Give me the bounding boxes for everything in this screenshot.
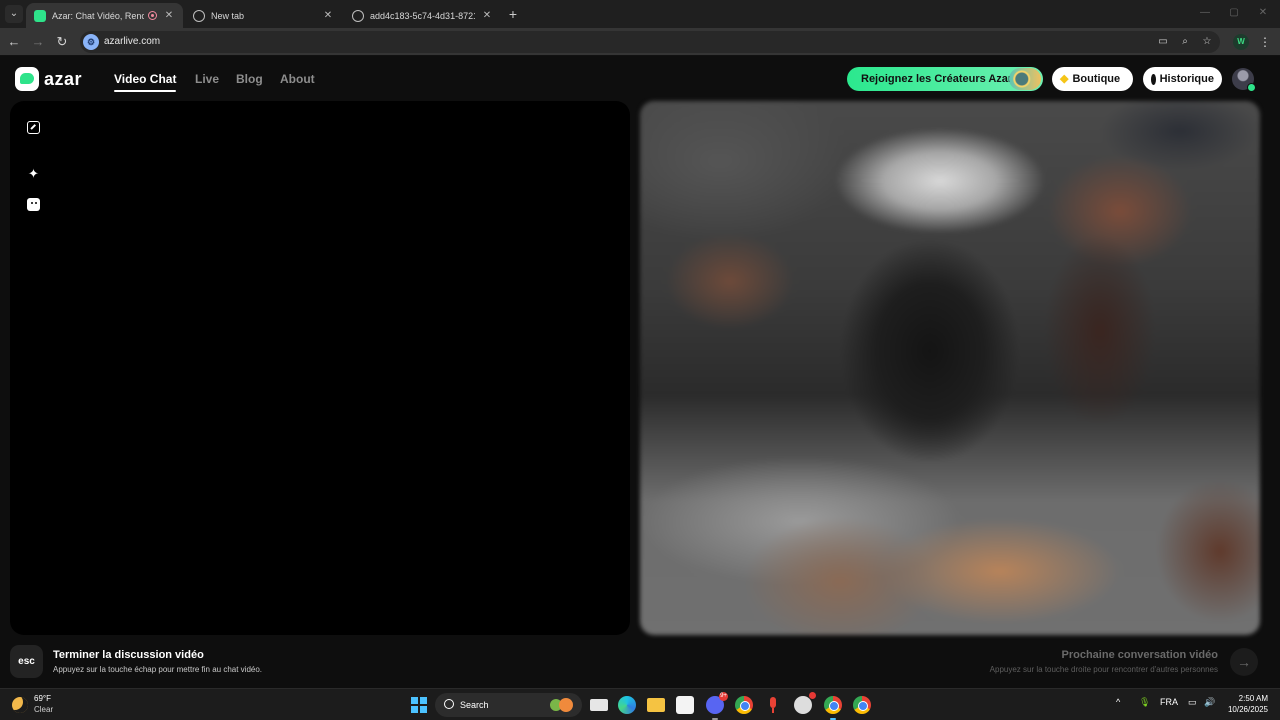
microphone-in-use-icon[interactable]: 🎙 — [1139, 697, 1150, 708]
nav-video-chat[interactable]: Video Chat — [114, 72, 177, 92]
browser-profile-avatar[interactable]: W — [1233, 34, 1249, 50]
network-icon[interactable]: ▭ — [1188, 697, 1197, 708]
minimize-video-icon[interactable] — [27, 121, 40, 134]
weather-condition[interactable]: Clear — [34, 705, 53, 714]
reload-icon[interactable]: ↻ — [54, 34, 70, 50]
windows-start-icon[interactable] — [411, 697, 427, 713]
tab-title: add4c183-5c74-4d31-8721-f2 — [370, 10, 475, 21]
volume-icon[interactable]: 🔊 — [1204, 697, 1215, 708]
edge-icon[interactable] — [618, 696, 636, 714]
creators-illustration-icon — [1009, 68, 1041, 90]
tab-title: New tab — [211, 10, 245, 21]
clock-date[interactable]: 10/26/2025 — [1228, 705, 1268, 714]
close-tab-icon[interactable]: ✕ — [481, 10, 493, 21]
forward-arrow-icon[interactable]: → — [30, 34, 46, 50]
nav-blog[interactable]: Blog — [236, 72, 263, 86]
language-indicator[interactable]: FRA — [1160, 697, 1178, 707]
recorder-mic-icon[interactable] — [764, 696, 782, 714]
show-hidden-icons-icon[interactable]: ^ — [1116, 697, 1120, 707]
effects-sparkle-icon[interactable]: ✦ — [27, 167, 40, 180]
globe-icon — [352, 9, 364, 22]
next-chat-arrow-icon[interactable]: → — [1230, 648, 1258, 676]
chrome-icon[interactable] — [735, 696, 753, 714]
url-text[interactable]: azarlive.com — [104, 36, 160, 47]
search-highlight-icon — [550, 697, 576, 713]
tab-new-tab[interactable]: New tab ✕ — [185, 3, 342, 28]
browser-toolbar: ← → ↻ ⚙ azarlive.com ▭ ⌕ ☆ — [0, 28, 1280, 56]
azar-logo-icon — [15, 67, 39, 91]
chrome-profile-icon[interactable] — [824, 696, 842, 720]
new-tab-button[interactable]: + — [505, 6, 521, 22]
tab-title: Azar: Chat Vidéo, Rencontr — [52, 10, 144, 21]
discord-icon[interactable]: 9+ — [706, 692, 728, 720]
search-label: Search — [460, 700, 489, 710]
end-chat-title: Terminer la discussion vidéo — [53, 649, 204, 661]
local-video-panel: ✦ — [10, 101, 630, 635]
boutique-button[interactable]: ◆ Boutique — [1052, 67, 1133, 91]
user-avatar[interactable] — [1232, 68, 1256, 92]
site-info-icon[interactable]: ⚙ — [83, 34, 99, 50]
address-bar[interactable]: ⚙ azarlive.com ▭ ⌕ ☆ — [80, 31, 1220, 53]
face-filter-icon[interactable] — [27, 198, 40, 211]
chrome-work-icon[interactable] — [853, 696, 871, 714]
bookmark-star-icon[interactable]: ☆ — [1200, 35, 1214, 49]
boutique-label: Boutique — [1072, 73, 1121, 85]
install-app-icon[interactable]: ▭ — [1156, 35, 1170, 49]
clock-time[interactable]: 2:50 AM — [1239, 694, 1268, 703]
esc-key-badge[interactable]: esc — [10, 645, 43, 678]
history-button[interactable]: Historique — [1143, 67, 1222, 91]
notification-dot-icon — [809, 692, 816, 699]
discord-badge: 9+ — [719, 692, 728, 701]
next-chat-hint: Appuyez sur la touche droite pour rencon… — [989, 665, 1218, 674]
windows-taskbar: 69°F Clear Search 9+ ^ 🎙 FRA ▭ 🔊 2:50 AM… — [0, 688, 1280, 720]
join-creators-label: Rejoignez les Créateurs Azar — [861, 73, 1013, 85]
weather-temperature[interactable]: 69°F — [34, 694, 51, 703]
azar-logo-text: azar — [44, 68, 83, 89]
globe-icon — [193, 9, 205, 22]
join-creators-button[interactable]: Rejoignez les Créateurs Azar — [847, 67, 1043, 91]
moon-weather-icon[interactable] — [12, 697, 28, 713]
tab-search-button[interactable]: ⌄ — [5, 5, 23, 23]
github-icon[interactable] — [794, 692, 816, 714]
end-chat-hint: Appuyez sur la touche échap pour mettre … — [53, 665, 263, 674]
browser-tab-strip: ⌄ Azar: Chat Vidéo, Rencontr ✕ New tab ✕… — [0, 0, 1280, 28]
file-explorer-icon[interactable] — [647, 698, 665, 712]
tab-uuid[interactable]: add4c183-5c74-4d31-8721-f2 ✕ — [344, 3, 501, 28]
site-header: azar Video Chat Live Blog About Rejoigne… — [0, 56, 1280, 100]
close-tab-icon[interactable]: ✕ — [163, 10, 175, 21]
gem-icon: ◆ — [1060, 73, 1069, 85]
back-arrow-icon[interactable]: ← — [6, 34, 22, 50]
recording-indicator-icon — [148, 11, 157, 20]
taskbar-search[interactable]: Search — [435, 693, 582, 717]
close-tab-icon[interactable]: ✕ — [322, 10, 334, 21]
maximize-window-icon[interactable]: ▢ — [1227, 6, 1241, 20]
zoom-icon[interactable]: ⌕ — [1178, 35, 1192, 49]
remote-video-panel — [640, 101, 1260, 635]
task-view-icon[interactable] — [590, 699, 608, 711]
tab-azar[interactable]: Azar: Chat Vidéo, Rencontr ✕ — [26, 3, 183, 28]
nav-about[interactable]: About — [280, 72, 315, 86]
minimize-window-icon[interactable]: — — [1198, 6, 1212, 20]
browser-menu-icon[interactable]: ⋮ — [1258, 34, 1272, 50]
nav-live[interactable]: Live — [195, 72, 219, 86]
online-status-icon — [1247, 83, 1256, 92]
microsoft-store-icon[interactable] — [676, 696, 694, 714]
clock-icon — [1151, 73, 1157, 85]
azar-favicon-icon — [34, 9, 46, 22]
azar-logo[interactable]: azar — [15, 67, 82, 91]
search-icon — [444, 699, 454, 709]
next-chat-title: Prochaine conversation vidéo — [1061, 649, 1219, 661]
close-window-icon[interactable]: ✕ — [1256, 6, 1270, 20]
history-label: Historique — [1159, 73, 1214, 85]
